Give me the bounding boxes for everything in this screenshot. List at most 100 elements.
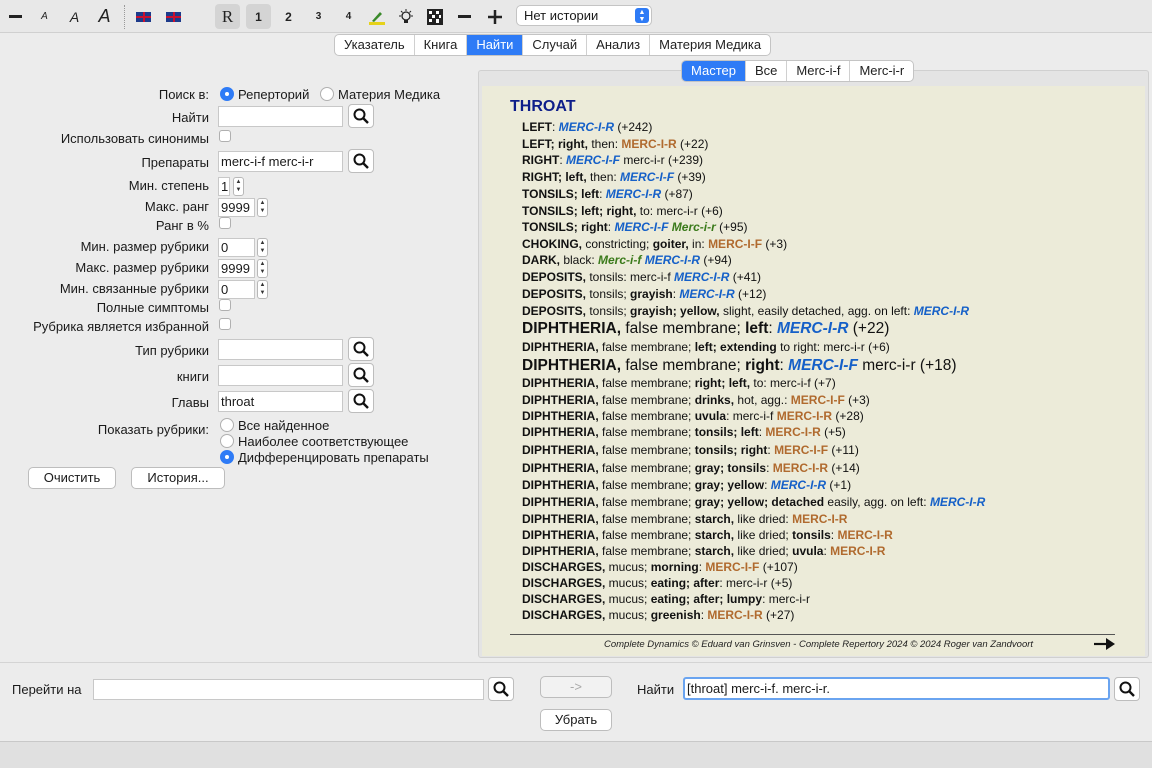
min-rubric-size-stepper[interactable]: ▲ ▼ [257,238,268,257]
min-grade-stepper[interactable]: ▲ ▼ [233,177,244,196]
tab-index[interactable]: Указатель [335,35,415,55]
tab-find[interactable]: Найти [467,35,524,55]
rubric-line[interactable]: DIPHTHERIA, false membrane; starch, like… [522,512,847,526]
radio-materia-medica[interactable] [320,87,334,101]
remedy-link[interactable]: MERC-I-R [707,608,762,622]
remedy-link[interactable]: Merc-i-f [598,253,641,267]
rubric-line[interactable]: LEFT: MERC-I-R (+242) [522,120,652,134]
remedy-link[interactable]: MERC-I-R [777,409,832,423]
remedies-input[interactable]: merc-i-f merc-i-r [218,151,343,172]
grid-icon[interactable] [422,4,447,29]
rubric-line[interactable]: DIPHTHERIA, false membrane; right: MERC-… [522,357,957,375]
rubric-line[interactable]: DIPHTHERIA, false membrane; uvula: merc-… [522,409,864,423]
minus-icon[interactable] [3,4,28,29]
zoom-in-icon[interactable] [482,4,507,29]
remedy-link[interactable]: Merc-i-r [672,220,716,234]
rubric-line[interactable]: DEPOSITS, tonsils; grayish; yellow, slig… [522,304,969,318]
remedy-link[interactable]: MERC-I-R [645,253,700,267]
radio-repertory[interactable] [220,87,234,101]
result-tab-master[interactable]: Мастер [682,61,746,81]
rubric-line[interactable]: DIPHTHERIA, false membrane; gray; tonsil… [522,461,860,475]
books-input[interactable] [218,365,343,386]
max-rubric-size-stepper[interactable]: ▲ ▼ [257,259,268,278]
remedy-link[interactable]: MERC-I-F [788,357,858,374]
remedy-link[interactable]: MERC-I-R [830,544,885,558]
grade-2-button[interactable]: 2 [276,4,301,29]
remedy-link[interactable]: MERC-I-F [620,170,674,184]
books-search-button[interactable] [348,363,374,387]
remedy-link[interactable]: MERC-I-R [914,304,969,318]
grade-4-button[interactable]: 4 [336,4,361,29]
max-rank-input[interactable]: 9999 [218,198,255,217]
rubric-line[interactable]: DIPHTHERIA, false membrane; right; left,… [522,376,836,390]
remedy-link[interactable]: MERC-I-R [765,425,820,439]
min-rubric-size-input[interactable]: 0 [218,238,255,257]
flag-uk-icon[interactable] [131,4,156,29]
font-small-icon[interactable]: A [32,4,57,29]
remedy-link[interactable]: MERC-I-F [705,560,759,574]
rubric-line[interactable]: DIPHTHERIA, false membrane; tonsils; lef… [522,425,846,439]
chapters-input[interactable]: throat [218,391,343,412]
remedy-link[interactable]: MERC-I-F [774,443,828,457]
tab-case[interactable]: Случай [523,35,588,55]
rubric-line[interactable]: CHOKING, constricting; goiter, in: MERC-… [522,237,787,251]
max-rank-stepper[interactable]: ▲ ▼ [257,198,268,217]
rubric-line[interactable]: DISCHARGES, mucus; morning: MERC-I-F (+1… [522,560,798,574]
min-related-stepper[interactable]: ▲ ▼ [257,280,268,299]
min-grade-input[interactable]: 1 [218,177,230,196]
rubric-line[interactable]: DIPHTHERIA, false membrane; starch, like… [522,528,893,542]
rubric-line[interactable]: RIGHT; left, then: MERC-I-F (+39) [522,170,706,184]
clear-button[interactable]: Очистить [28,467,116,489]
rubric-line[interactable]: DIPHTHERIA, false membrane; gray; yellow… [522,495,985,509]
remedy-link[interactable]: MERC-I-R [559,120,614,134]
rubric-line[interactable]: DIPHTHERIA, false membrane; left; extend… [522,340,890,354]
rubric-type-input[interactable] [218,339,343,360]
rubric-line[interactable]: DISCHARGES, mucus; greenish: MERC-I-R (+… [522,608,794,622]
remedy-link[interactable]: MERC-I-R [621,137,676,151]
rubric-line[interactable]: TONSILS; left; right, to: merc-i-r (+6) [522,204,723,218]
remedies-search-button[interactable] [348,149,374,173]
font-large-icon[interactable]: A [92,4,117,29]
chapters-search-button[interactable] [348,389,374,413]
rubric-line[interactable]: DIPHTHERIA, false membrane; tonsils; rig… [522,443,859,457]
goto-input[interactable] [93,679,484,700]
rubric-line[interactable]: LEFT; right, then: MERC-I-R (+22) [522,137,708,151]
next-page-arrow-icon[interactable] [1094,634,1116,657]
synonyms-checkbox[interactable] [219,130,231,142]
rubric-line[interactable]: DIPHTHERIA, false membrane; starch, like… [522,544,885,558]
result-tab-merc-i-r[interactable]: Merc-i-r [850,61,913,81]
rubric-line[interactable]: DARK, black: Merc-i-f MERC-I-R (+94) [522,253,732,267]
result-tab-merc-i-f[interactable]: Merc-i-f [787,61,851,81]
remedy-link[interactable]: MERC-I-R [679,287,734,301]
favorite-checkbox[interactable] [219,318,231,330]
rubric-line[interactable]: TONSILS; left: MERC-I-R (+87) [522,187,693,201]
grade-3-button[interactable]: 3 [306,4,331,29]
goto-search-button[interactable] [488,677,514,701]
history-button[interactable]: История... [131,467,225,489]
highlighter-icon[interactable] [364,4,389,29]
zoom-out-icon[interactable] [452,4,477,29]
history-select[interactable]: Нет истории ▲ ▼ [516,5,652,26]
remedy-link[interactable]: MERC-I-R [930,495,985,509]
find-search-button[interactable] [348,104,374,128]
lightbulb-icon[interactable] [393,4,418,29]
rubric-line[interactable]: DIPHTHERIA, false membrane; left: MERC-I… [522,320,889,338]
tab-analysis[interactable]: Анализ [587,35,651,55]
rubric-line[interactable]: RIGHT: MERC-I-F merc-i-r (+239) [522,153,703,167]
rubric-line[interactable]: DEPOSITS, tonsils; grayish: MERC-I-R (+1… [522,287,766,301]
full-symptoms-checkbox[interactable] [219,299,231,311]
min-related-input[interactable]: 0 [218,280,255,299]
rubric-line[interactable]: TONSILS; right: MERC-I-F Merc-i-r (+95) [522,220,748,234]
rubric-line[interactable]: DEPOSITS, tonsils: merc-i-f MERC-I-R (+4… [522,270,761,284]
rank-percent-checkbox[interactable] [219,217,231,229]
remedy-link[interactable]: MERC-I-F [614,220,668,234]
grade-1-button[interactable]: 1 [246,4,271,29]
remedy-link[interactable]: MERC-I-R [792,512,847,526]
tab-book[interactable]: Книга [415,35,468,55]
remedy-link[interactable]: MERC-I-R [773,461,828,475]
bottom-find-search-button[interactable] [1114,677,1140,701]
find-input[interactable] [218,106,343,127]
remedy-link[interactable]: MERC-I-R [771,478,826,492]
rubric-line[interactable]: DISCHARGES, mucus; eating; after; lumpy:… [522,592,810,606]
remedy-link[interactable]: MERC-I-R [674,270,729,284]
